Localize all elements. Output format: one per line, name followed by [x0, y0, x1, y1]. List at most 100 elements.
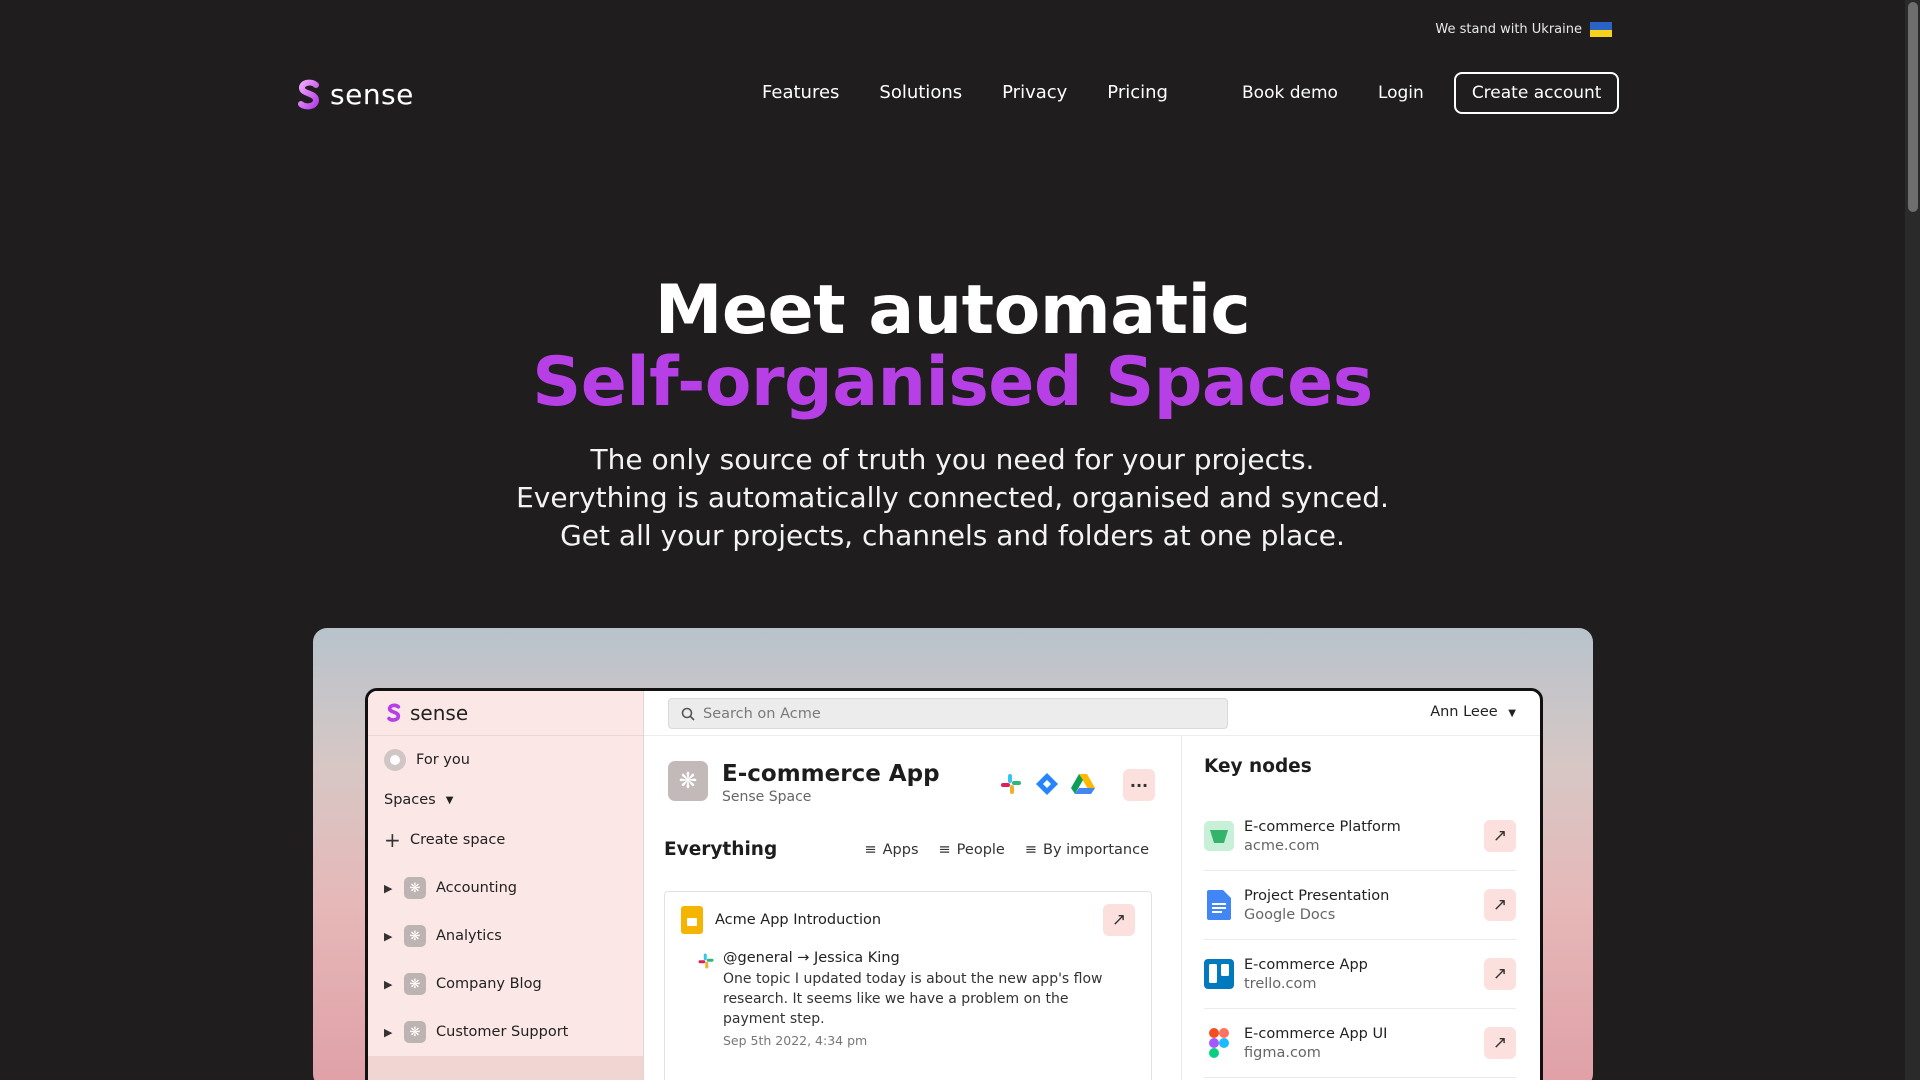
arrow-up-right-icon: ↗ — [1111, 910, 1127, 930]
message-text: One topic I updated today is about the n… — [723, 971, 1103, 1027]
filter-icon: ≡ — [864, 842, 877, 858]
google-docs-icon — [1204, 890, 1234, 920]
more-icon: ··· — [1129, 775, 1149, 795]
ukraine-flag-icon — [1590, 22, 1612, 37]
filters-bar: ≡ Apps ≡ People ≡ By importance — [864, 842, 1149, 858]
expand-icon[interactable]: ▶ — [384, 1026, 394, 1039]
key-nodes-panel: Key nodes E-commerce Platform acme.com ↗ … — [1182, 736, 1540, 1080]
trello-icon — [1204, 959, 1234, 989]
search-placeholder: Search on Acme — [703, 705, 821, 722]
space-icon: ❋ — [668, 761, 708, 801]
google-slides-icon — [681, 906, 703, 934]
open-link-button[interactable]: ↗ — [1484, 1027, 1516, 1059]
acme-icon — [1204, 821, 1234, 851]
create-space-label: Create space — [410, 832, 506, 848]
expand-icon[interactable]: ▶ — [384, 930, 394, 943]
spaces-dropdown[interactable]: Spaces ▼ — [368, 784, 643, 816]
create-account-button[interactable]: Create account — [1453, 72, 1620, 114]
card-header: Acme App Introduction ↗ — [665, 892, 1151, 948]
brand-name: sense — [330, 78, 414, 111]
sidebar-item-label: Company Blog — [436, 976, 542, 992]
message-channel: @general → Jessica King — [723, 950, 900, 966]
sense-logo-icon — [298, 79, 320, 109]
hero-subtitle-line: The only source of truth you need for yo… — [590, 443, 1315, 476]
user-menu[interactable]: Ann Leee ▼ — [1430, 704, 1516, 720]
key-node-name: E-commerce App UI — [1244, 1025, 1388, 1042]
caret-down-icon: ▼ — [445, 794, 454, 806]
sidebar-item-label: Analytics — [436, 928, 502, 944]
sidebar-item-label: Customer Support — [436, 1024, 569, 1040]
project-title: E-commerce App — [722, 761, 940, 787]
filter-label: Apps — [882, 842, 919, 858]
sidebar-item-analytics[interactable]: ▶ Analytics — [368, 912, 643, 960]
plus-icon: + — [384, 828, 401, 852]
slack-icon[interactable] — [999, 772, 1023, 796]
ukraine-banner[interactable]: We stand with Ukraine — [1435, 22, 1612, 37]
scrollbar-thumb[interactable] — [1908, 2, 1918, 212]
user-name: Ann Leee — [1430, 704, 1498, 720]
search-input[interactable]: Search on Acme — [668, 698, 1228, 729]
login-link[interactable]: Login — [1378, 83, 1424, 103]
google-drive-icon[interactable] — [1071, 773, 1095, 795]
jira-icon[interactable] — [1035, 772, 1059, 796]
hero-title-accent: Self-organised Spaces — [532, 343, 1373, 422]
page-scrollbar[interactable] — [1905, 0, 1920, 1080]
ukraine-banner-text: We stand with Ukraine — [1435, 22, 1582, 37]
more-options-button[interactable]: ··· — [1123, 769, 1155, 801]
sidebar-item-label: For you — [416, 752, 470, 768]
filter-icon: ≡ — [938, 842, 951, 858]
key-nodes-list: E-commerce Platform acme.com ↗ Project Pr… — [1204, 802, 1516, 1078]
nav-privacy[interactable]: Privacy — [1002, 82, 1067, 103]
key-node-item[interactable]: E-commerce App trello.com ↗ — [1204, 940, 1516, 1009]
sort-label: By importance — [1043, 842, 1149, 858]
key-node-name: E-commerce App — [1244, 956, 1368, 973]
activity-card[interactable]: Acme App Introduction ↗ @general → Jessi… — [664, 891, 1152, 1080]
key-nodes-title: Key nodes — [1204, 756, 1312, 777]
sort-importance[interactable]: ≡ By importance — [1025, 842, 1149, 858]
key-node-name: Project Presentation — [1244, 887, 1390, 904]
filter-label: People — [956, 842, 1005, 858]
nav-solutions[interactable]: Solutions — [879, 82, 962, 103]
hero-section: Meet automatic Self-organised Spaces The… — [0, 275, 1905, 555]
brand-logo[interactable]: sense — [296, 78, 414, 111]
sidebar-item-selected[interactable] — [368, 1056, 643, 1080]
key-node-item[interactable]: E-commerce Platform acme.com ↗ — [1204, 802, 1516, 871]
slack-icon — [698, 953, 714, 969]
key-node-item[interactable]: Project Presentation Google Docs ↗ — [1204, 871, 1516, 940]
sidebar-item-for-you[interactable]: For you — [368, 736, 643, 784]
app-main-panel: ❋ E-commerce App Sense Space ··· Everyth… — [644, 736, 1182, 1080]
project-header: ❋ E-commerce App Sense Space — [668, 761, 940, 805]
sidebar-item-accounting[interactable]: ▶ Accounting — [368, 864, 643, 912]
key-node-item[interactable]: E-commerce App UI figma.com ↗ — [1204, 1009, 1516, 1078]
message: @general → Jessica King One topic I upda… — [665, 950, 1151, 1048]
hero-title: Meet automatic — [654, 271, 1251, 350]
key-node-url: acme.com — [1244, 837, 1320, 854]
create-space-button[interactable]: + Create space — [368, 816, 643, 864]
card-title: Acme App Introduction — [715, 912, 882, 928]
filter-people[interactable]: ≡ People — [939, 842, 1005, 858]
key-node-url: Google Docs — [1244, 906, 1336, 923]
main-nav: Features Solutions Privacy Pricing — [762, 82, 1168, 103]
sense-logo-icon — [387, 703, 401, 722]
open-link-button[interactable]: ↗ — [1484, 820, 1516, 852]
expand-icon[interactable]: ▶ — [384, 882, 394, 895]
sidebar-item-customer-support[interactable]: ▶ Customer Support — [368, 1008, 643, 1056]
app-topbar: Search on Acme Ann Leee ▼ — [644, 691, 1540, 736]
book-demo-link[interactable]: Book demo — [1242, 83, 1338, 103]
filter-apps[interactable]: ≡ Apps — [864, 842, 918, 858]
open-link-button[interactable]: ↗ — [1484, 889, 1516, 921]
key-node-url: figma.com — [1244, 1044, 1321, 1061]
nav-pricing[interactable]: Pricing — [1107, 82, 1168, 103]
nav-features[interactable]: Features — [762, 82, 839, 103]
open-link-button[interactable]: ↗ — [1103, 904, 1135, 936]
hero-subtitle-line: Get all your projects, channels and fold… — [560, 519, 1345, 552]
open-link-button[interactable]: ↗ — [1484, 958, 1516, 990]
space-icon — [404, 925, 426, 947]
spaces-label: Spaces — [384, 792, 436, 808]
section-title: Everything — [664, 839, 778, 860]
sidebar-item-company-blog[interactable]: ▶ Company Blog — [368, 960, 643, 1008]
app-logo: sense — [368, 691, 643, 736]
project-subtitle: Sense Space — [722, 789, 812, 805]
expand-icon[interactable]: ▶ — [384, 978, 394, 991]
app-sidebar: sense For you Spaces ▼ + Create space ▶ … — [368, 691, 644, 1080]
